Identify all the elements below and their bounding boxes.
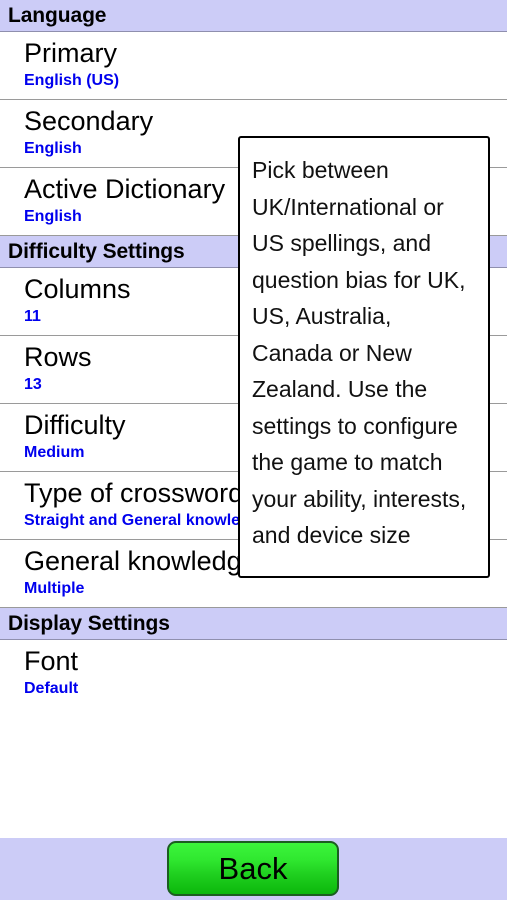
settings-row-value: English (US): [24, 72, 120, 89]
settings-row-title: Primary: [24, 38, 117, 68]
back-button-label: Back: [218, 850, 288, 886]
settings-row-title: Font: [24, 646, 79, 676]
section-header: Language: [0, 0, 507, 32]
back-button[interactable]: Back: [167, 841, 339, 896]
section-header: Display Settings: [0, 608, 507, 640]
settings-row[interactable]: Primary English (US): [0, 32, 507, 100]
settings-row[interactable]: Font Default: [0, 640, 507, 707]
settings-row-title: Secondary: [24, 106, 154, 136]
settings-row-value: Multiple: [24, 580, 85, 597]
settings-row-value: Default: [24, 680, 79, 697]
help-tooltip[interactable]: Pick between UK/International or US spel…: [238, 136, 490, 578]
settings-screen: Language Primary English (US) Secondary Engl…: [0, 0, 507, 900]
